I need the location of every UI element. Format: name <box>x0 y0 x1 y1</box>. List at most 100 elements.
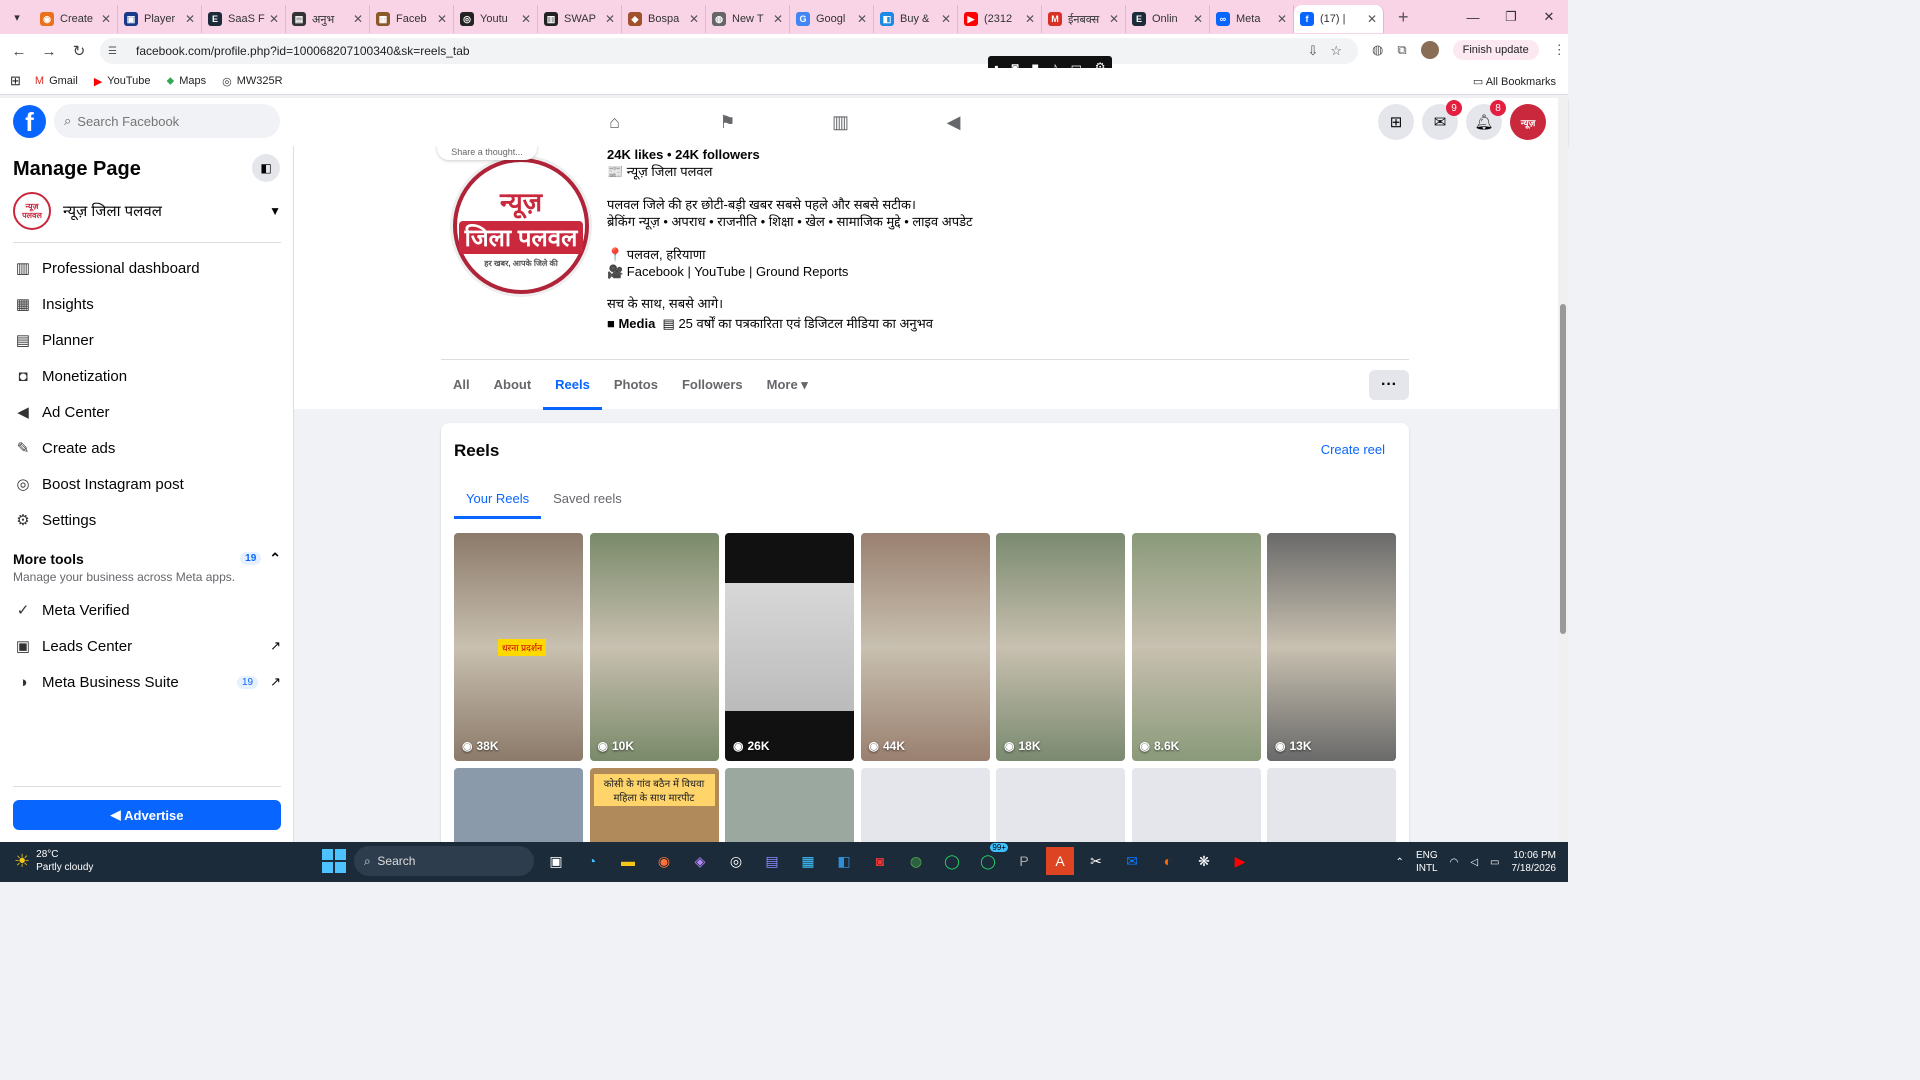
external-link-icon[interactable]: ↗ <box>270 674 281 690</box>
subtab-your-reels[interactable]: Your Reels <box>454 477 542 519</box>
create-reel-link[interactable]: Create reel <box>1321 442 1385 457</box>
store-icon[interactable]: ▦ <box>794 847 822 875</box>
browser-tab[interactable]: ◉ Create ✕ <box>34 5 118 33</box>
volume-icon[interactable]: ◁ <box>1470 857 1478 868</box>
sidebar-item-planner[interactable]: ▤ Planner <box>13 322 281 358</box>
browser-tab[interactable]: G Googl ✕ <box>790 5 874 33</box>
sidebar-item-ad-center[interactable]: ◀ Ad Center <box>13 394 281 430</box>
forward-icon[interactable]: → <box>34 43 64 60</box>
sidebar-item-monetization[interactable]: ◘ Monetization <box>13 358 281 394</box>
apps-grid-icon[interactable]: ⊞ <box>10 73 21 89</box>
close-tab-icon[interactable]: ✕ <box>437 12 447 26</box>
messenger-app-icon[interactable]: ✉ <box>1118 847 1146 875</box>
search-input[interactable] <box>77 113 258 129</box>
insights-nav-icon[interactable]: ▥ <box>784 98 897 146</box>
reel-thumbnail[interactable]: ◉ 8.6K <box>1131 533 1261 761</box>
reel-thumbnail[interactable]: कोसी के गांव बठैन में विधवा महिला के साथ… <box>589 768 719 842</box>
close-tab-icon[interactable]: ✕ <box>353 12 363 26</box>
scrollbar-thumb[interactable] <box>1560 304 1566 634</box>
tab-search-icon[interactable]: ▾ <box>4 4 30 30</box>
page-selector[interactable]: न्यूज़ पलवल न्यूज़ जिला पलवल ▼ <box>13 192 281 230</box>
close-tab-icon[interactable]: ✕ <box>1193 12 1203 26</box>
close-tab-icon[interactable]: ✕ <box>689 12 699 26</box>
bookmark-youtube[interactable]: ▶ YouTube <box>94 75 151 88</box>
tool-item-meta-verified[interactable]: ✓ Meta Verified <box>13 592 281 628</box>
reel-thumbnail[interactable]: ◉ 44K <box>860 533 990 761</box>
browser-tab[interactable]: E Onlin ✕ <box>1126 5 1210 33</box>
page-scrollbar[interactable] <box>1558 98 1568 842</box>
chatgpt-icon[interactable]: ❋ <box>1190 847 1218 875</box>
reload-icon[interactable]: ↻ <box>64 42 94 60</box>
browser-tab[interactable]: ▥ SWAP ✕ <box>538 5 622 33</box>
reel-thumbnail[interactable] <box>725 768 854 842</box>
install-icon[interactable]: ⇩ <box>1307 43 1318 59</box>
browser-tab[interactable]: E SaaS F ✕ <box>202 5 286 33</box>
browser-tab[interactable]: M ईनबक्स ✕ <box>1042 5 1126 33</box>
wifi-icon[interactable]: ◠ <box>1450 857 1459 868</box>
close-tab-icon[interactable]: ✕ <box>605 12 615 26</box>
sidebar-item-settings[interactable]: ⚙ Settings <box>13 502 281 538</box>
close-tab-icon[interactable]: ✕ <box>521 12 531 26</box>
site-info-icon[interactable]: ☰ <box>108 46 124 57</box>
firefox-icon[interactable]: ◉ <box>650 847 678 875</box>
task-view-icon[interactable]: ▣ <box>542 847 570 875</box>
subtab-saved-reels[interactable]: Saved reels <box>541 477 634 519</box>
weather-widget[interactable]: ☀ 28°C Partly cloudy <box>14 848 93 874</box>
profile-stats[interactable]: 24K likes • 24K followers <box>607 146 973 163</box>
messenger-icon[interactable]: ✉ 9 <box>1422 100 1462 140</box>
address-bar[interactable]: ☰ facebook.com/profile.php?id=1000682071… <box>100 38 1358 64</box>
restore-icon[interactable]: ❐ <box>1492 0 1530 34</box>
chevron-down-icon[interactable]: ▼ <box>269 204 281 218</box>
more-tools-header[interactable]: More tools 19 ⌃ <box>13 550 281 567</box>
share-thought-bubble[interactable]: Share a thought... <box>437 146 537 160</box>
tab-followers[interactable]: Followers <box>670 360 755 410</box>
close-tab-icon[interactable]: ✕ <box>1277 12 1287 26</box>
new-tab-icon[interactable]: + <box>1398 7 1409 28</box>
file-explorer-icon[interactable]: ▬ <box>614 847 642 875</box>
tab-about[interactable]: About <box>482 360 544 410</box>
windows-start-icon[interactable] <box>322 849 346 873</box>
reel-thumbnail[interactable] <box>996 768 1125 842</box>
profile-picture[interactable]: न्यूज़ जिला पलवल हर खबर, आपके जिले की <box>453 158 589 294</box>
sidebar-item-insights[interactable]: ▦ Insights <box>13 286 281 322</box>
copilot-icon[interactable]: ◈ <box>686 847 714 875</box>
menu-grid-icon[interactable]: ⊞ <box>1378 104 1414 140</box>
back-icon[interactable]: ← <box>4 43 34 60</box>
clock[interactable]: 10:06 PM 7/18/2026 <box>1512 849 1557 875</box>
bookmark-mw325r[interactable]: ◎ MW325R <box>222 75 282 88</box>
bookmark-gmail[interactable]: M Gmail <box>35 75 78 88</box>
megaphone-nav-icon[interactable]: ◀ <box>897 98 1010 146</box>
reel-thumbnail[interactable] <box>1131 768 1261 842</box>
reel-thumbnail[interactable]: ◉ 13K <box>1267 533 1396 761</box>
external-link-icon[interactable]: ↗ <box>270 638 281 654</box>
chevron-up-icon[interactable]: ⌃ <box>1396 857 1404 868</box>
close-window-icon[interactable]: ✕ <box>1530 0 1568 34</box>
more-options-icon[interactable]: ··· <box>1369 370 1409 400</box>
close-tab-icon[interactable]: ✕ <box>941 12 951 26</box>
teams-icon[interactable]: ▤ <box>758 847 786 875</box>
close-tab-icon[interactable]: ✕ <box>1109 12 1119 26</box>
reel-thumbnail[interactable] <box>1267 768 1396 842</box>
browser-tab[interactable]: ▦ Faceb ✕ <box>370 5 454 33</box>
bookmark-maps[interactable]: ⬥ Maps <box>167 75 207 88</box>
browser-profile-avatar[interactable] <box>1420 41 1439 59</box>
close-tab-icon[interactable]: ✕ <box>185 12 195 26</box>
notifications-icon[interactable]: 🔔︎ 8 <box>1466 100 1506 140</box>
whatsapp-business-icon[interactable]: ◯ 99+ <box>974 843 1008 875</box>
outlook-icon[interactable]: ◧ <box>830 847 858 875</box>
battery-icon[interactable]: ▭ <box>1490 857 1499 868</box>
close-tab-icon[interactable]: ✕ <box>1025 12 1035 26</box>
capcut-icon[interactable]: ✂ <box>1082 847 1110 875</box>
browser-tab[interactable]: ▤ अनुभ ✕ <box>286 5 370 33</box>
reel-thumbnail[interactable]: ◉ 10K <box>589 533 719 761</box>
bookmark-star-icon[interactable]: ☆ <box>1330 43 1342 59</box>
close-tab-icon[interactable]: ✕ <box>1367 12 1377 26</box>
menu-dots-icon[interactable]: ⋮ <box>1553 42 1566 58</box>
browser-tab[interactable]: ◆ Bospa ✕ <box>622 5 706 33</box>
extensions-icon[interactable]: ⧉ <box>1397 42 1406 58</box>
reel-thumbnail[interactable]: ◉ 18K <box>996 533 1125 761</box>
edge-icon[interactable]: ◔ <box>578 847 606 875</box>
tab-photos[interactable]: Photos <box>602 360 670 410</box>
browser-tab[interactable]: ◍ New T ✕ <box>706 5 790 33</box>
tab-all[interactable]: All <box>441 360 482 410</box>
